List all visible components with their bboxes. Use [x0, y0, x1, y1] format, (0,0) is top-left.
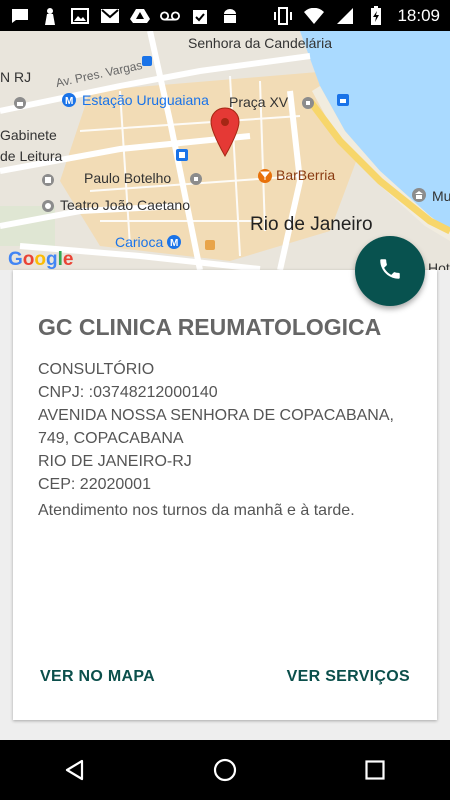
- svg-text:M: M: [65, 96, 73, 107]
- signal-icon: [335, 6, 355, 26]
- back-icon[interactable]: [55, 750, 95, 790]
- android-icon: [220, 6, 240, 26]
- battery-charging-icon: [366, 5, 386, 26]
- clipboard-check-icon: [190, 6, 210, 26]
- vibrate-icon: [273, 6, 293, 26]
- notification-person-icon: [40, 6, 60, 26]
- map-label-estacao: Estação Uruguaiana: [82, 92, 209, 108]
- clock-time: 18:09: [397, 5, 440, 25]
- phone-icon: [377, 256, 403, 287]
- map-label-de-leitura: de Leitura: [0, 148, 63, 164]
- clinic-cnpj: CNPJ: :03748212000140: [38, 384, 218, 401]
- clinic-details: CONSULTÓRIO CNPJ: :03748212000140 AVENID…: [38, 358, 423, 496]
- gmail-icon: [100, 6, 120, 26]
- clinic-hours-note: Atendimento nos turnos da manhã e à tard…: [38, 502, 355, 519]
- map-label-rio: Rio de Janeiro: [250, 214, 373, 235]
- clinic-address: AVENIDA NOSSA SENHORA DE COPACABANA, 749…: [38, 407, 394, 447]
- view-map-button[interactable]: VER NO MAPA: [40, 668, 155, 686]
- google-logo: Google: [8, 249, 74, 270]
- map-label-teatro: Teatro João Caetano: [60, 197, 190, 213]
- map-view[interactable]: Senhora da Candelária Av. Pres. Vargas N…: [0, 31, 450, 270]
- call-button[interactable]: [355, 236, 425, 306]
- view-services-button[interactable]: VER SERVIÇOS: [287, 668, 410, 686]
- map-label-gabinete: Gabinete: [0, 127, 57, 143]
- system-icons: 18:09: [273, 5, 450, 26]
- status-bar: 18:09: [0, 0, 450, 31]
- map-label-carioca: Carioca: [115, 234, 164, 250]
- navigation-bar: [0, 740, 450, 800]
- clinic-card: GC CLINICA REUMATOLOGICA CONSULTÓRIO CNP…: [13, 270, 437, 720]
- recents-icon[interactable]: [355, 750, 395, 790]
- drive-icon: [130, 6, 150, 26]
- wifi-icon: [304, 6, 325, 26]
- map-label-hot: Hot: [428, 260, 450, 270]
- notification-icons: [0, 6, 240, 26]
- home-icon[interactable]: [205, 750, 245, 790]
- voicemail-icon: [160, 6, 180, 26]
- svg-text:M: M: [170, 238, 178, 249]
- map-label-mu: Mu: [432, 188, 450, 204]
- clinic-city: RIO DE JANEIRO-RJ: [38, 453, 192, 470]
- map-label-paulo-botelho: Paulo Botelho: [84, 170, 172, 186]
- message-icon: [10, 6, 30, 26]
- clinic-cep: CEP: 22020001: [38, 476, 151, 493]
- map-label-barberria: BarBerria: [276, 167, 336, 183]
- clinic-type: CONSULTÓRIO: [38, 361, 155, 378]
- image-icon: [70, 6, 90, 26]
- clinic-name: GC CLINICA REUMATOLOGICA: [38, 314, 382, 340]
- map-label-n-rj: N RJ: [0, 69, 32, 85]
- map-label-candelaria: Senhora da Candelária: [188, 35, 332, 51]
